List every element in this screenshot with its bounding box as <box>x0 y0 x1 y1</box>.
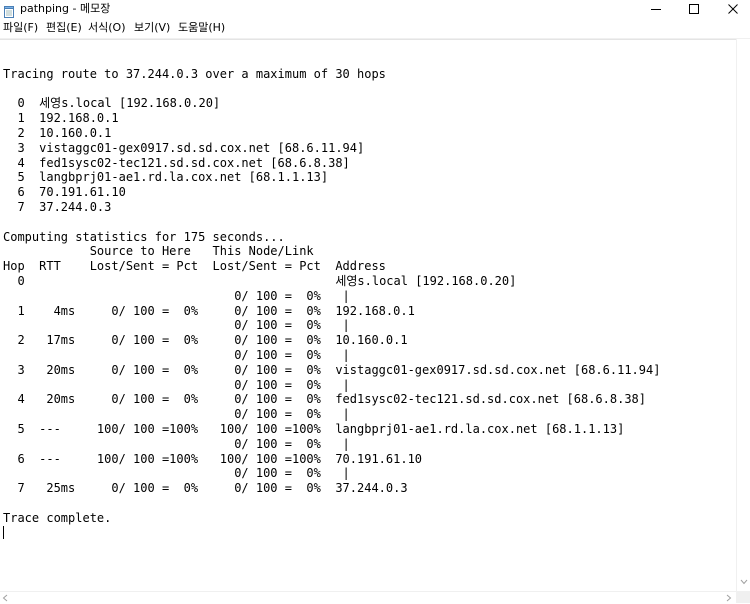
notepad-icon <box>4 3 14 18</box>
text-line: 0 세영s.local [192.168.0.20] <box>3 96 221 111</box>
window-title: pathping - 메모장 <box>20 2 111 15</box>
text-line: 0/ 100 = 0% | <box>3 288 350 303</box>
text-line: Trace complete. <box>3 510 112 525</box>
text-line: 7 25ms 0/ 100 = 0% 0/ 100 = 0% 37.244.0.… <box>3 481 408 496</box>
text-line: 4 20ms 0/ 100 = 0% 0/ 100 = 0% fed1sysc0… <box>3 392 646 407</box>
text-line: 7 37.244.0.3 <box>3 199 112 214</box>
text-line: 0 세영s.local [192.168.0.20] <box>3 273 517 288</box>
text-line: 0/ 100 = 0% | <box>3 466 350 481</box>
title-bar[interactable]: pathping - 메모장 <box>0 0 750 18</box>
text-line: Computing statistics for 175 seconds... <box>3 229 285 244</box>
text-line: 2 10.160.0.1 <box>3 125 112 140</box>
menu-file[interactable]: 파일(F) <box>3 21 38 35</box>
text-caret <box>3 526 4 539</box>
close-icon <box>728 4 738 14</box>
text-line: 2 17ms 0/ 100 = 0% 0/ 100 = 0% 10.160.0.… <box>3 333 408 348</box>
notepad-window: pathping - 메모장 파일(F) 편집(E) 서식(O) 보기(V) 도… <box>0 0 750 604</box>
text-line: 3 vistaggc01-gex0917.sd.sd.cox.net [68.6… <box>3 140 365 155</box>
text-line: 6 --- 100/ 100 =100% 100/ 100 =100% 70.1… <box>3 451 423 466</box>
minimize-icon <box>651 9 661 10</box>
menu-help[interactable]: 도움말(H) <box>178 21 225 35</box>
text-line: 0/ 100 = 0% | <box>3 318 350 333</box>
text-line: 1 192.168.0.1 <box>3 111 119 126</box>
horizontal-scrollbar[interactable] <box>0 591 736 604</box>
scroll-left-arrow-icon[interactable] <box>2 594 8 602</box>
text-line: 3 20ms 0/ 100 = 0% 0/ 100 = 0% vistaggc0… <box>3 362 661 377</box>
text-line: 5 langbprj01-ae1.rd.la.cox.net [68.1.1.1… <box>3 170 329 185</box>
vertical-scrollbar[interactable] <box>736 39 750 591</box>
text-line: 0/ 100 = 0% | <box>3 347 350 362</box>
text-line: 5 --- 100/ 100 =100% 100/ 100 =100% lang… <box>3 421 625 436</box>
text-line: 0/ 100 = 0% | <box>3 407 350 422</box>
menu-view[interactable]: 보기(V) <box>134 21 170 35</box>
scroll-right-arrow-icon[interactable] <box>726 594 732 602</box>
size-grip[interactable] <box>736 591 750 603</box>
text-line: Tracing route to 37.244.0.3 over a maxim… <box>3 66 386 81</box>
menu-bar: 파일(F) 편집(E) 서식(O) 보기(V) 도움말(H) <box>0 18 750 39</box>
close-button[interactable] <box>710 0 750 18</box>
text-line: Hop RTT Lost/Sent = Pct Lost/Sent = Pct … <box>3 259 386 274</box>
maximize-icon <box>689 4 699 14</box>
text-line: 0/ 100 = 0% | <box>3 377 350 392</box>
menu-edit[interactable]: 편집(E) <box>46 21 82 35</box>
menu-format[interactable]: 서식(O) <box>88 21 125 35</box>
text-line: 0/ 100 = 0% | <box>3 436 350 451</box>
text-editor[interactable]: Tracing route to 37.244.0.3 over a maxim… <box>0 39 736 592</box>
text-line: Source to Here This Node/Link <box>3 244 314 259</box>
text-line: 4 fed1sysc02-tec121.sd.sd.cox.net [68.6.… <box>3 155 350 170</box>
editor-text[interactable]: Tracing route to 37.244.0.3 over a maxim… <box>3 52 660 526</box>
text-line: 6 70.191.61.10 <box>3 185 126 200</box>
text-line: 1 4ms 0/ 100 = 0% 0/ 100 = 0% 192.168.0.… <box>3 303 415 318</box>
scroll-down-arrow-icon[interactable] <box>740 579 748 585</box>
